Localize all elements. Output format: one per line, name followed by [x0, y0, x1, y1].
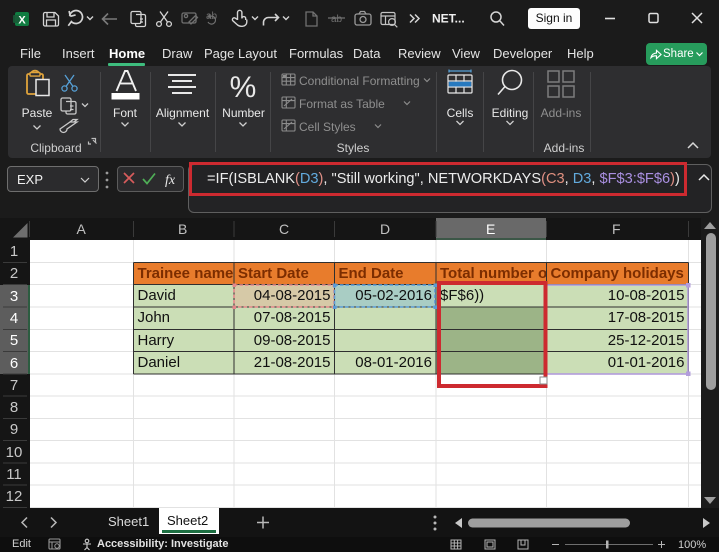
svg-text:X: X [18, 15, 26, 27]
svg-text:fx: fx [165, 173, 176, 188]
svg-text:%: % [230, 71, 257, 104]
svg-text:ab: ab [331, 14, 343, 25]
svg-text:NET...: NET... [432, 12, 465, 26]
svg-text:100%: 100% [678, 539, 706, 551]
